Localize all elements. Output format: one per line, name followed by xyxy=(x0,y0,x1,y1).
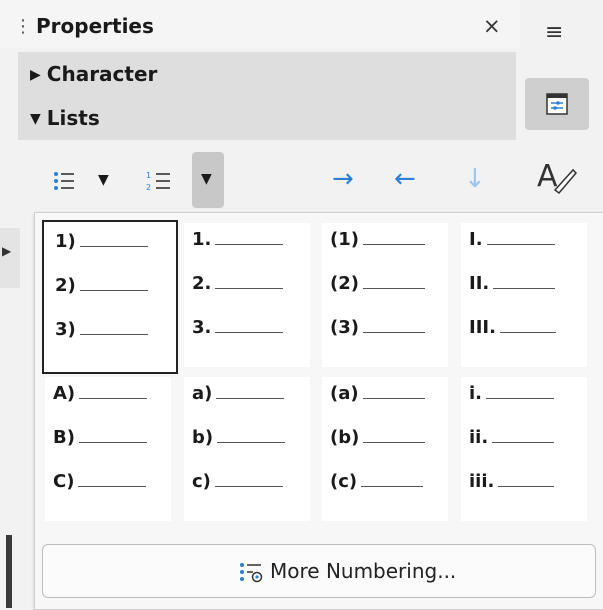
numbering-preset[interactable]: i. ii. iii. xyxy=(461,377,587,521)
window-edge xyxy=(6,535,12,608)
properties-deck-button[interactable] xyxy=(525,78,589,130)
move-down-arrow-icon[interactable]: ↓ xyxy=(464,164,486,194)
numbering-label: 1. xyxy=(192,229,284,250)
drag-grip-icon[interactable]: ⋮ xyxy=(14,18,32,36)
numbering-label: II. xyxy=(469,273,556,294)
numbering-label: C) xyxy=(53,471,147,492)
numbering-label: (c) xyxy=(330,471,424,492)
unordered-list-icon[interactable] xyxy=(52,170,76,192)
ordered-list-icon[interactable]: 1 2 xyxy=(146,170,172,192)
panel-title: Properties xyxy=(36,14,154,38)
svg-text:1: 1 xyxy=(146,171,151,180)
lists-toolbar xyxy=(18,144,516,214)
numbering-label: 1) xyxy=(55,231,148,252)
expand-triangle-icon: ▶ xyxy=(2,244,12,258)
numbering-label: I. xyxy=(469,229,555,250)
numbering-label: b) xyxy=(192,427,286,448)
more-numbering-button[interactable]: More Numbering... xyxy=(42,544,596,598)
numbering-preset[interactable]: (a) (b) (c) xyxy=(322,377,448,521)
numbering-preset[interactable]: (1) (2) (3) xyxy=(322,223,448,367)
section-character[interactable]: ▶ Character xyxy=(18,52,516,96)
properties-icon xyxy=(546,93,568,115)
ordered-list-dropdown-button[interactable]: ▼ xyxy=(192,152,224,208)
numbering-preset[interactable]: a) b) c) xyxy=(184,377,310,521)
numbering-label: 2) xyxy=(55,275,148,296)
collapse-triangle-icon: ▼ xyxy=(30,111,41,127)
numbering-label: (1) xyxy=(330,229,425,250)
more-numbering-label: More Numbering... xyxy=(270,559,457,583)
demote-arrow-icon[interactable]: → xyxy=(332,164,354,194)
numbering-preset[interactable]: 1. 2. 3. xyxy=(184,223,310,367)
unordered-list-dropdown-icon[interactable]: ▼ xyxy=(98,172,109,188)
numbering-label: a) xyxy=(192,383,285,404)
numbering-label: (2) xyxy=(330,273,425,294)
numbering-settings-icon xyxy=(240,563,263,583)
numbering-preset[interactable]: A) B) C) xyxy=(45,377,171,521)
numbering-label: iii. xyxy=(469,471,555,492)
close-icon[interactable]: × xyxy=(483,14,501,38)
numbering-label: B) xyxy=(53,427,147,448)
section-lists-label: Lists xyxy=(46,106,100,130)
numbering-preset[interactable]: I. II. III. xyxy=(461,223,587,367)
promote-arrow-icon[interactable]: ← xyxy=(394,164,416,194)
svg-text:A: A xyxy=(537,159,558,194)
numbering-label: A) xyxy=(53,383,148,404)
numbering-label: (a) xyxy=(330,383,425,404)
numbering-label: 3. xyxy=(192,317,284,338)
section-character-label: Character xyxy=(46,62,158,86)
numbering-label: (b) xyxy=(330,427,426,448)
numbering-label: i. xyxy=(469,383,555,404)
svg-text:2: 2 xyxy=(146,183,151,192)
numbering-preset[interactable]: 1) 2) 3) xyxy=(42,220,178,374)
numbering-label: (3) xyxy=(330,317,425,338)
numbering-label: III. xyxy=(469,317,556,338)
styles-icon[interactable]: A xyxy=(531,156,579,196)
numbering-label: c) xyxy=(192,471,283,492)
dropdown-arrow-icon: ▼ xyxy=(201,171,212,187)
collapsed-section-indicator: ▶ xyxy=(0,228,20,288)
expand-triangle-icon: ▶ xyxy=(30,67,41,83)
numbering-label: 3) xyxy=(55,319,148,340)
section-lists[interactable]: ▼ Lists xyxy=(18,96,516,140)
hamburger-menu-icon[interactable]: ≡ xyxy=(545,20,563,45)
numbering-label: 2. xyxy=(192,273,284,294)
numbering-label: ii. xyxy=(469,427,555,448)
